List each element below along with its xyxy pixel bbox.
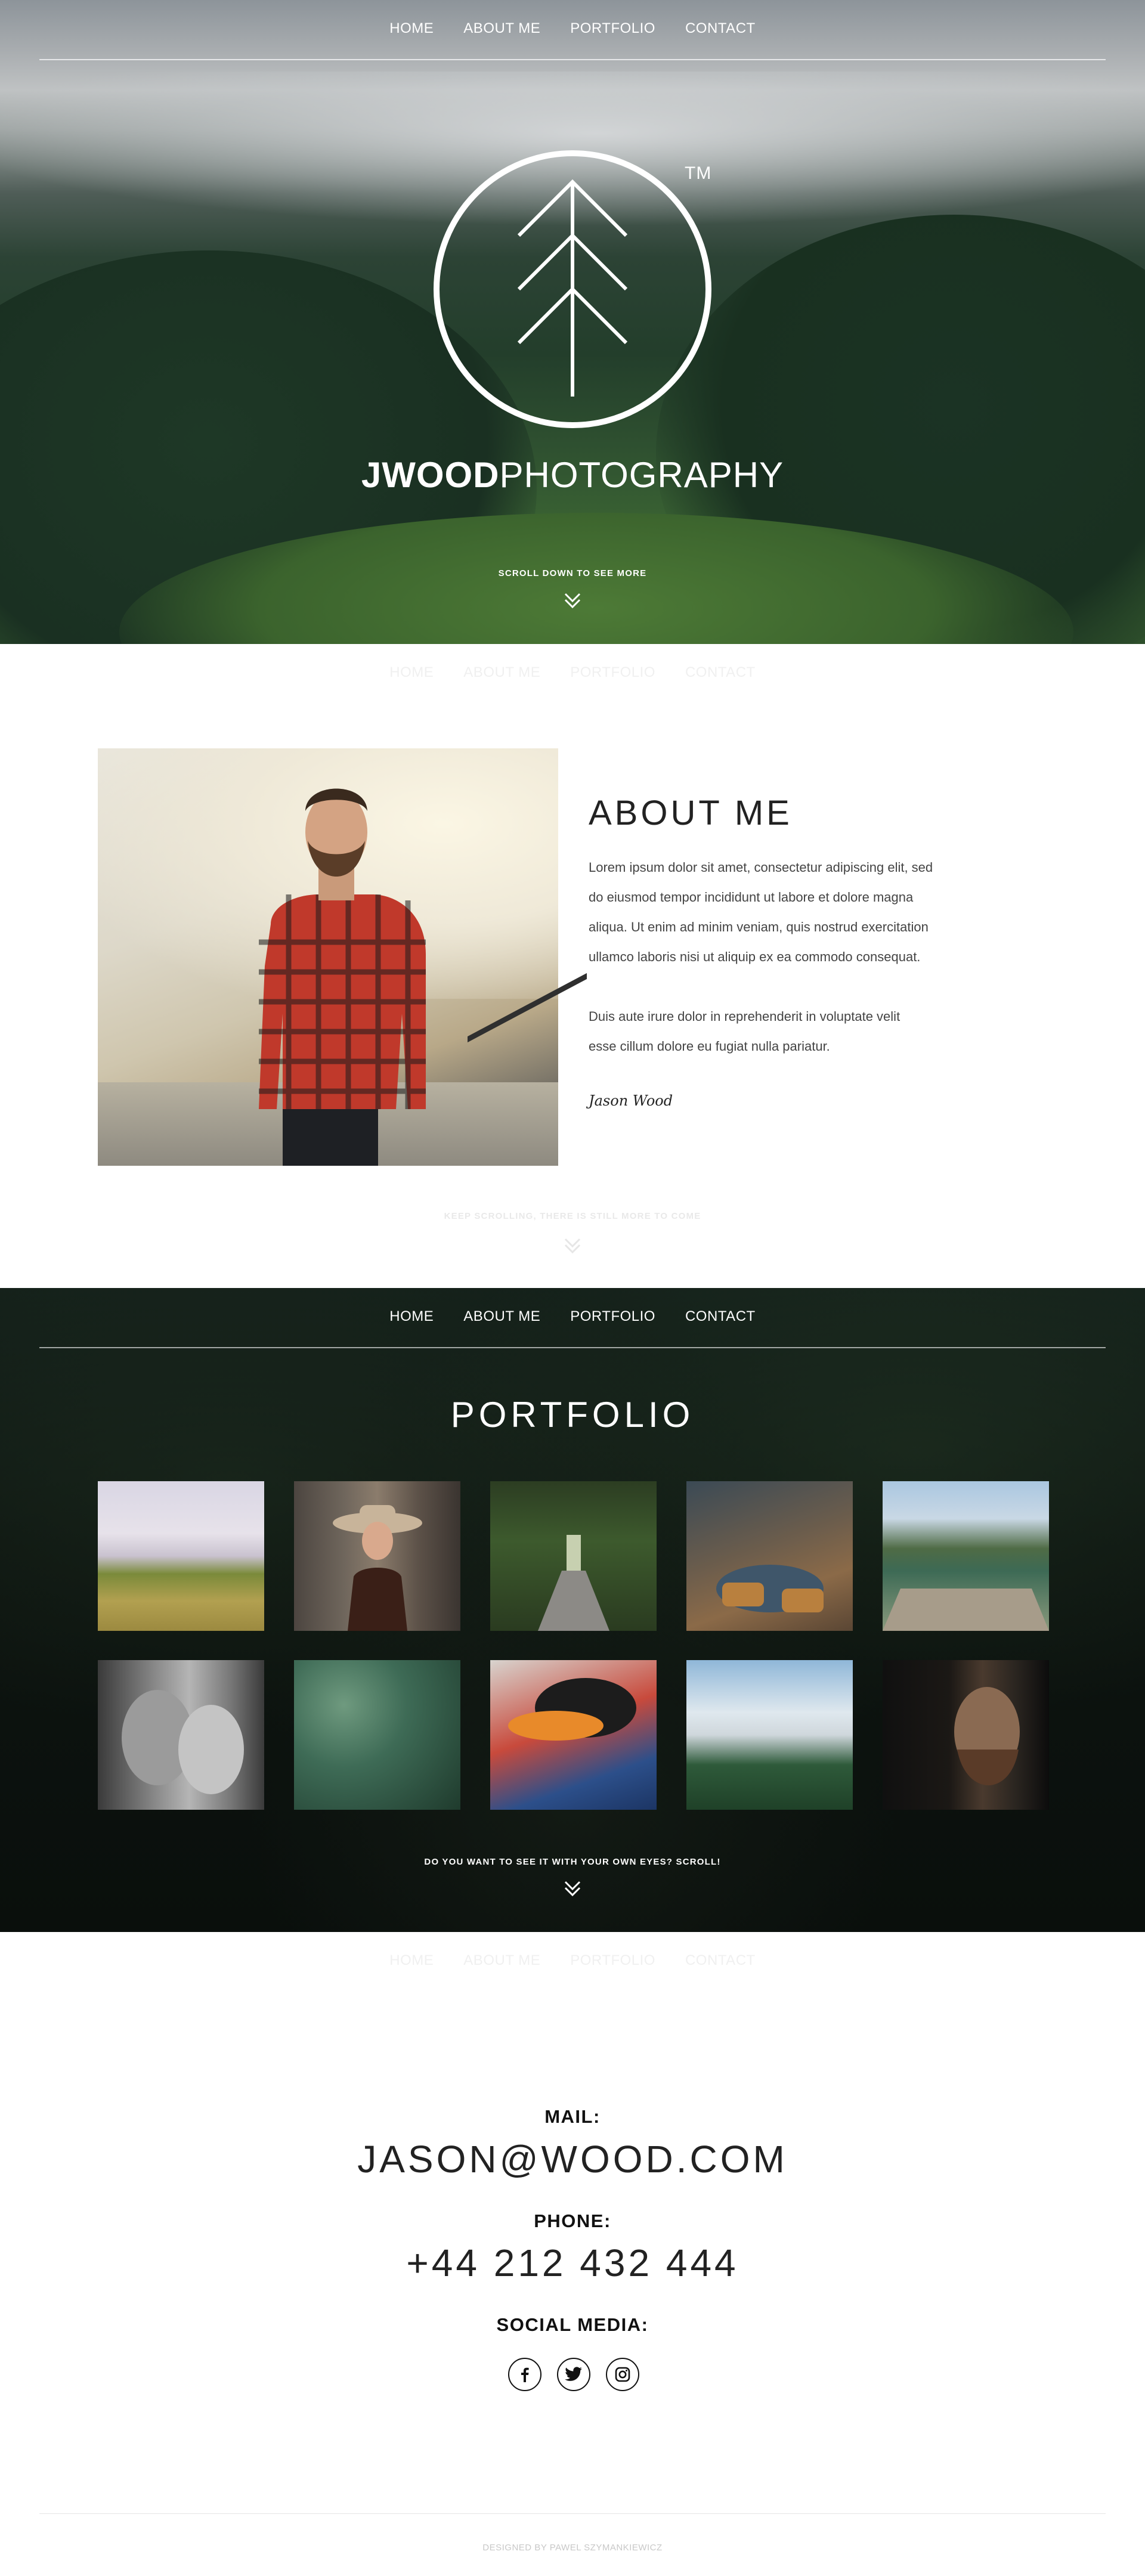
bearded-man-figure [954, 1687, 1020, 1785]
facebook-icon[interactable] [508, 2358, 541, 2391]
couple-figure [122, 1690, 244, 1794]
nav-item-about[interactable]: ABOUT ME [463, 1952, 540, 1969]
nav-item-contact[interactable]: CONTACT [685, 1952, 756, 1969]
portfolio-thumb-forest-bridge[interactable] [490, 1481, 657, 1631]
nav-item-contact[interactable]: CONTACT [685, 664, 756, 681]
social-links [508, 2358, 639, 2391]
man-in-flannel-figure [259, 788, 426, 1166]
chevron-down-icon[interactable] [561, 589, 584, 613]
social-label: SOCIAL MEDIA: [496, 2314, 649, 2335]
trademark-mark: TM [685, 163, 712, 183]
nav-item-home[interactable]: HOME [389, 1308, 434, 1325]
about-paragraph-1: Lorem ipsum dolor sit amet, consectetur … [589, 853, 1006, 972]
about-section: HOME ABOUT ME PORTFOLIO CONTACT ABOUT ME… [0, 644, 1145, 1288]
about-scroll-hint: KEEP SCROLLING, THERE IS STILL MORE TO C… [444, 1211, 701, 1221]
designer-credit: DESIGNED BY PAWEL SZYMANKIEWICZ [482, 2543, 663, 2553]
portfolio-thumb-bearded-man[interactable] [883, 1660, 1049, 1810]
top-nav: HOME ABOUT ME PORTFOLIO CONTACT [0, 0, 1145, 60]
portfolio-title: PORTFOLIO [450, 1395, 695, 1435]
nav-item-portfolio[interactable]: PORTFOLIO [570, 1308, 655, 1325]
mail-label: MAIL: [544, 2106, 601, 2127]
about-photo [98, 748, 587, 1204]
dock-figure [883, 1589, 1049, 1631]
portfolio-thumb-man-cap[interactable] [490, 1660, 657, 1810]
portfolio-thumb-succulents[interactable] [294, 1660, 460, 1810]
nav-item-portfolio[interactable]: PORTFOLIO [570, 1952, 655, 1969]
twitter-icon[interactable] [557, 2358, 590, 2391]
nav-item-portfolio[interactable]: PORTFOLIO [570, 20, 655, 37]
nav-divider [39, 59, 1106, 60]
nav-item-contact[interactable]: CONTACT [685, 1308, 756, 1325]
tree-logo-icon [434, 150, 711, 428]
bridge-figure [538, 1535, 609, 1631]
mail-value[interactable]: JASON@WOOD.COM [0, 2137, 1145, 2181]
cap-figure [508, 1678, 636, 1741]
nav-item-about[interactable]: ABOUT ME [463, 1308, 540, 1325]
brand-light: PHOTOGRAPHY [499, 455, 784, 495]
chevron-down-icon[interactable] [561, 1234, 584, 1258]
nav-links: HOME ABOUT ME PORTFOLIO CONTACT [0, 1952, 1145, 1969]
brand-bold: JWOOD [361, 455, 500, 495]
contact-nav: HOME ABOUT ME PORTFOLIO CONTACT [0, 1932, 1145, 1992]
woman-hat-figure [333, 1505, 422, 1631]
chevron-down-icon[interactable] [561, 1877, 584, 1901]
phone-label: PHONE: [534, 2210, 611, 2231]
nav-divider [39, 1347, 1106, 1348]
portfolio-section: HOME ABOUT ME PORTFOLIO CONTACT PORTFOLI… [0, 1288, 1145, 1932]
nav-item-about[interactable]: ABOUT ME [463, 664, 540, 681]
nav-links: HOME ABOUT ME PORTFOLIO CONTACT [0, 664, 1145, 681]
text-line: do eiusmod tempor incididunt ut labore e… [589, 890, 914, 905]
nav-item-home[interactable]: HOME [389, 664, 434, 681]
about-nav: HOME ABOUT ME PORTFOLIO CONTACT [0, 644, 1145, 704]
about-paragraph-2: Duis aute irure dolor in reprehenderit i… [589, 1002, 1006, 1061]
footer-divider [39, 2513, 1106, 2514]
portfolio-thumb-couple[interactable] [98, 1660, 264, 1810]
nav-item-about[interactable]: ABOUT ME [463, 20, 540, 37]
text-line: Lorem ipsum dolor sit amet, consectetur … [589, 860, 933, 875]
hero-section: HOME ABOUT ME PORTFOLIO CONTACT TM JWOOD… [0, 0, 1145, 644]
photo-railing [468, 973, 587, 1204]
portfolio-thumb-boots[interactable] [686, 1481, 853, 1631]
phone-value[interactable]: +44 212 432 444 [0, 2241, 1145, 2285]
text-line: esse cillum dolore eu fugiat nulla paria… [589, 1039, 830, 1054]
about-title: ABOUT ME [589, 794, 793, 832]
portfolio-thumb-woman-hat[interactable] [294, 1481, 460, 1631]
contact-section: HOME ABOUT ME PORTFOLIO CONTACT MAIL: JA… [0, 1932, 1145, 2576]
text-line: ullamco laboris nisi ut aliquip ex ea co… [589, 949, 921, 964]
hero-scroll-hint: SCROLL DOWN TO SEE MORE [498, 568, 647, 578]
nav-links: HOME ABOUT ME PORTFOLIO CONTACT [0, 20, 1145, 37]
portfolio-thumb-mountain-lake[interactable] [883, 1481, 1049, 1631]
text-line: aliqua. Ut enim ad minim veniam, quis no… [589, 919, 929, 934]
instagram-icon[interactable] [606, 2358, 639, 2391]
signature: Jason Wood [589, 1092, 673, 1109]
portfolio-thumb-foggy-hills[interactable] [98, 1481, 264, 1631]
portfolio-scroll-hint: DO YOU WANT TO SEE IT WITH YOUR OWN EYES… [424, 1857, 721, 1867]
nav-item-contact[interactable]: CONTACT [685, 20, 756, 37]
nav-links: HOME ABOUT ME PORTFOLIO CONTACT [0, 1308, 1145, 1325]
brand-wordmark: JWOODPHOTOGRAPHY [0, 454, 1145, 496]
nav-item-home[interactable]: HOME [389, 20, 434, 37]
text-line: Duis aute irure dolor in reprehenderit i… [589, 1009, 900, 1024]
nav-item-portfolio[interactable]: PORTFOLIO [570, 664, 655, 681]
portfolio-thumb-snowy-mountain[interactable] [686, 1660, 853, 1810]
portfolio-nav: HOME ABOUT ME PORTFOLIO CONTACT [0, 1288, 1145, 1348]
nav-item-home[interactable]: HOME [389, 1952, 434, 1969]
boots-figure [716, 1565, 824, 1612]
